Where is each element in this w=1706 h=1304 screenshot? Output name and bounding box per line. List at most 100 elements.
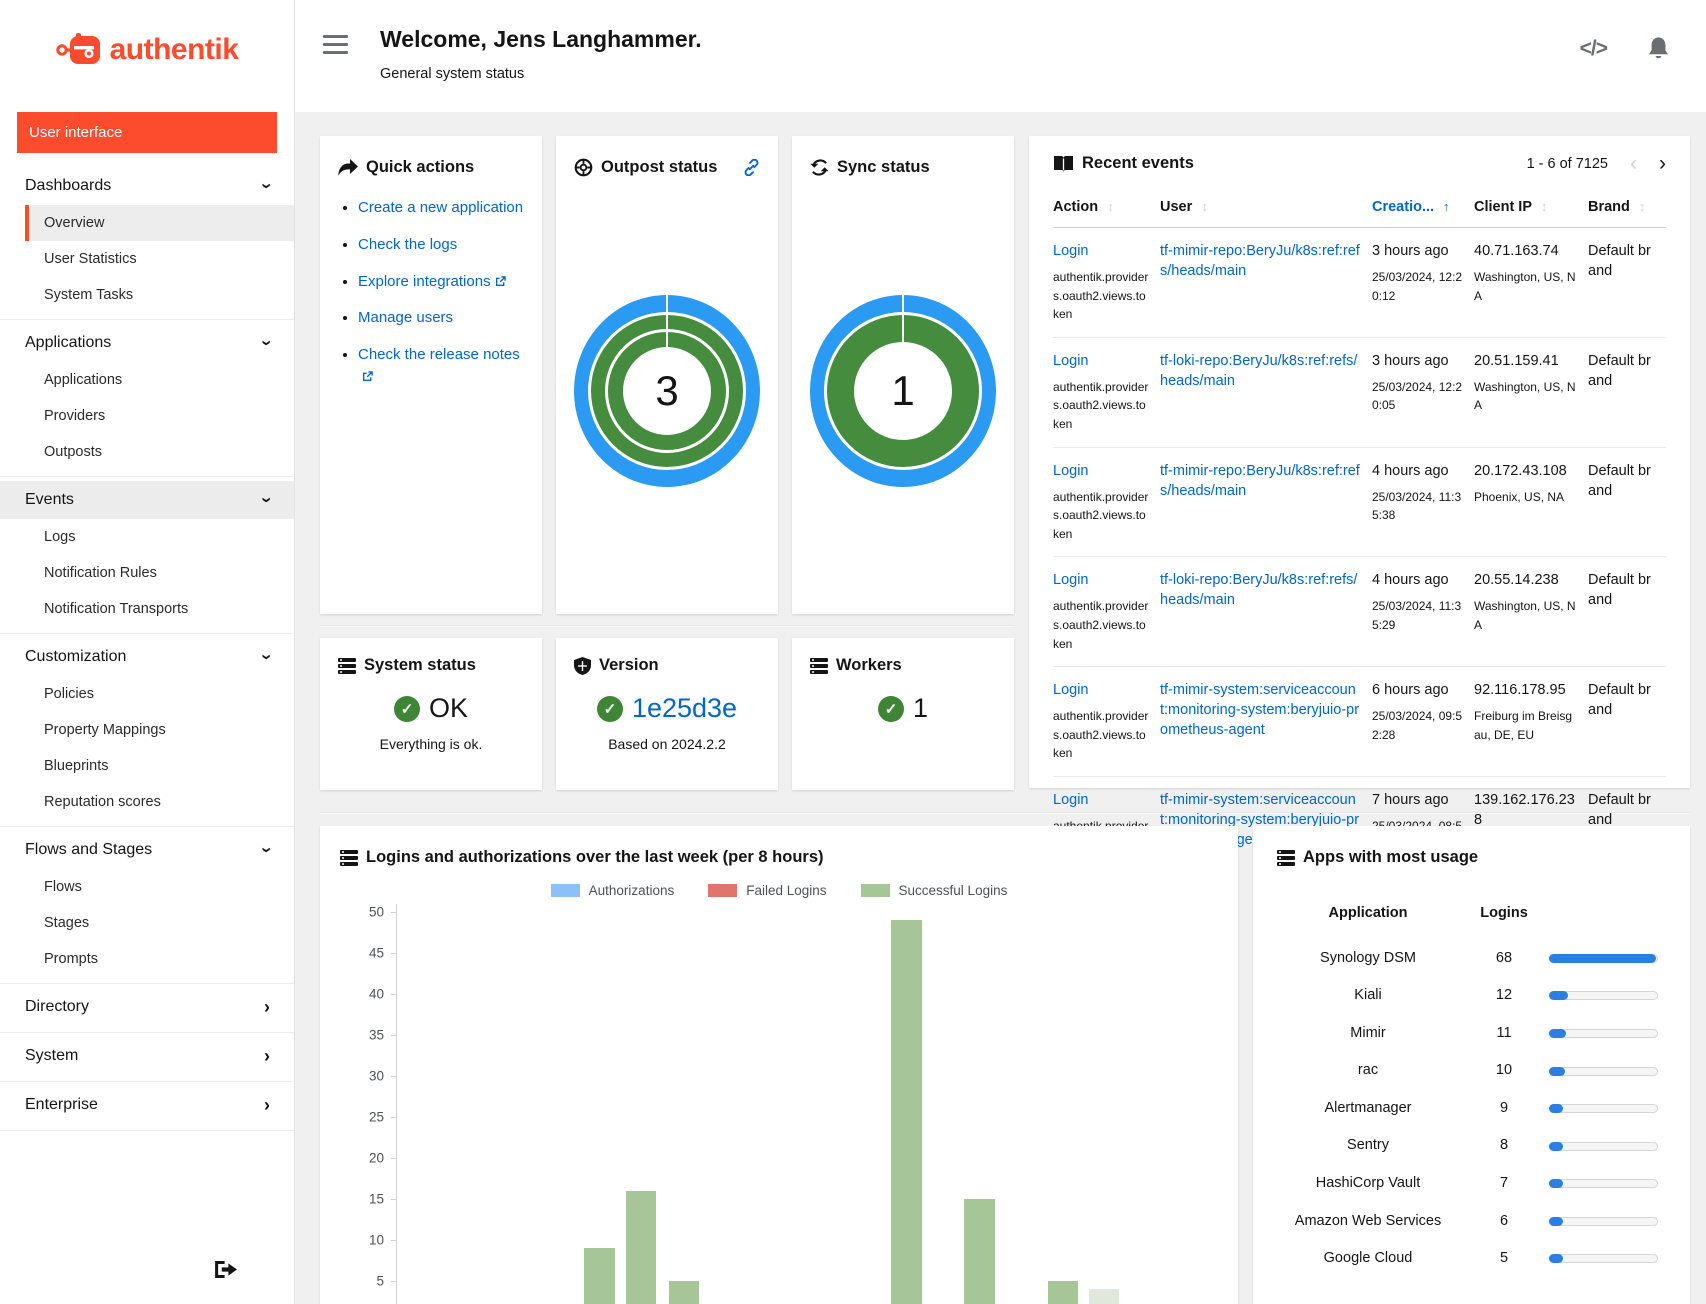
legend-swatch bbox=[708, 884, 737, 897]
y-tick-label: 40 bbox=[369, 987, 384, 1002]
sort-asc-icon[interactable]: ↑ bbox=[1443, 199, 1450, 214]
sidebar-item-user-statistics[interactable]: User Statistics bbox=[25, 241, 294, 277]
quick-action-item: Check the release notes bbox=[358, 344, 524, 388]
event-action-link[interactable]: Login bbox=[1053, 572, 1088, 588]
usage-bar-track bbox=[1549, 1254, 1658, 1263]
event-time: 4 hours ago bbox=[1372, 570, 1464, 590]
sidebar-item-blueprints[interactable]: Blueprints bbox=[25, 748, 294, 784]
column-header-client_ip[interactable]: Client IP ↕ bbox=[1474, 189, 1588, 228]
sidebar-item-flows[interactable]: Flows bbox=[25, 869, 294, 905]
event-action-link[interactable]: Login bbox=[1053, 463, 1088, 479]
app-name: Mimir bbox=[1277, 1015, 1459, 1053]
sidebar-section-directory[interactable]: Directory› bbox=[0, 988, 294, 1026]
chart-bar-successful-logins bbox=[1089, 1289, 1119, 1304]
apps-usage-title: Apps with most usage bbox=[1303, 848, 1478, 867]
check-circle-icon: ✓ bbox=[878, 696, 904, 722]
event-action-context: authentik.providers.oauth2.views.token bbox=[1053, 378, 1150, 434]
section-label: Directory bbox=[25, 998, 89, 1016]
event-action-link[interactable]: Login bbox=[1053, 353, 1088, 369]
sidebar-section-enterprise[interactable]: Enterprise› bbox=[0, 1086, 294, 1124]
outpost-link-icon[interactable] bbox=[743, 159, 760, 176]
sidebar-section-customization[interactable]: Customization› bbox=[0, 638, 294, 676]
event-client-ip-cell: 20.172.43.108Phoenix, US, NA bbox=[1474, 447, 1588, 557]
event-action-link[interactable]: Login bbox=[1053, 243, 1088, 259]
sidebar-item-prompts[interactable]: Prompts bbox=[25, 941, 294, 977]
sort-icon[interactable]: ↕ bbox=[1201, 199, 1208, 214]
sidebar-item-property-mappings[interactable]: Property Mappings bbox=[25, 712, 294, 748]
event-user-link[interactable]: tf-loki-repo:BeryJu/k8s:ref:refs/heads/m… bbox=[1160, 353, 1357, 389]
user-interface-button[interactable]: User interface bbox=[17, 112, 277, 153]
version-description: Based on 2024.2.2 bbox=[574, 736, 760, 752]
sidebar-section-dashboards[interactable]: Dashboards› bbox=[0, 167, 294, 205]
authentik-logo[interactable]: authentik bbox=[0, 0, 294, 100]
event-creation-cell: 4 hours ago25/03/2024, 11:35:38 bbox=[1372, 447, 1474, 557]
sidebar-item-reputation-scores[interactable]: Reputation scores bbox=[25, 784, 294, 820]
hamburger-menu-icon[interactable] bbox=[323, 35, 348, 54]
chart-bars bbox=[397, 904, 1218, 1304]
pagination-prev-icon[interactable]: ‹ bbox=[1630, 157, 1637, 171]
version-value-link[interactable]: 1e25d3e bbox=[632, 693, 737, 724]
sidebar-item-policies[interactable]: Policies bbox=[25, 676, 294, 712]
app-logins: 11 bbox=[1463, 1015, 1545, 1053]
section-label: Events bbox=[25, 491, 74, 509]
notifications-bell-icon[interactable] bbox=[1647, 36, 1670, 61]
event-action-context: authentik.providers.oauth2.views.token bbox=[1053, 597, 1150, 653]
app-logins: 5 bbox=[1463, 1240, 1545, 1278]
event-user-link[interactable]: tf-mimir-repo:BeryJu/k8s:ref:refs/heads/… bbox=[1160, 243, 1360, 279]
sidebar-item-overview[interactable]: Overview bbox=[25, 205, 294, 241]
sidebar-section-applications[interactable]: Applications› bbox=[0, 324, 294, 362]
legend-label: Failed Logins bbox=[746, 883, 826, 898]
sidebar-section-flows-and-stages[interactable]: Flows and Stages› bbox=[0, 831, 294, 869]
column-header-brand[interactable]: Brand↕ bbox=[1588, 189, 1666, 228]
usage-bar-fill bbox=[1549, 1029, 1566, 1038]
sidebar-item-notification-transports[interactable]: Notification Transports bbox=[25, 591, 294, 627]
sidebar-item-applications[interactable]: Applications bbox=[25, 362, 294, 398]
app-usage-bar-cell bbox=[1549, 1133, 1666, 1160]
pagination-next-icon[interactable]: › bbox=[1659, 157, 1666, 171]
chart-legend: AuthorizationsFailed LoginsSuccessful Lo… bbox=[340, 883, 1218, 898]
sidebar-section-events[interactable]: Events› bbox=[0, 481, 294, 519]
column-header-action[interactable]: Action↕ bbox=[1053, 189, 1160, 228]
event-user-link[interactable]: tf-mimir-system:serviceaccount:monitorin… bbox=[1160, 682, 1359, 738]
quick-action-link-check-the-release-notes[interactable]: Check the release notes bbox=[358, 346, 520, 363]
quick-action-link-manage-users[interactable]: Manage users bbox=[358, 309, 453, 326]
sign-out-icon[interactable] bbox=[215, 1260, 238, 1279]
sidebar-item-logs[interactable]: Logs bbox=[25, 519, 294, 555]
event-user-link[interactable]: tf-mimir-repo:BeryJu/k8s:ref:refs/heads/… bbox=[1160, 463, 1360, 499]
sort-icon[interactable]: ↕ bbox=[1639, 199, 1646, 214]
column-header-user[interactable]: User↕ bbox=[1160, 189, 1372, 228]
event-creation-cell: 4 hours ago25/03/2024, 11:35:29 bbox=[1372, 557, 1474, 667]
sidebar-item-providers[interactable]: Providers bbox=[25, 398, 294, 434]
event-brand-cell: Default brand bbox=[1588, 228, 1666, 338]
event-creation-cell: 3 hours ago25/03/2024, 12:20:05 bbox=[1372, 337, 1474, 447]
sidebar-item-notification-rules[interactable]: Notification Rules bbox=[25, 555, 294, 591]
event-client-ip-cell: 20.55.14.238Washington, US, NA bbox=[1474, 557, 1588, 667]
event-brand-cell: Default brand bbox=[1588, 667, 1666, 777]
api-code-icon[interactable]: </> bbox=[1580, 37, 1607, 61]
app-name: Amazon Web Services bbox=[1277, 1203, 1459, 1241]
event-location: Freiburg im Breisgau, DE, EU bbox=[1474, 707, 1578, 744]
avatar[interactable] bbox=[47, 1250, 85, 1288]
sidebar-item-stages[interactable]: Stages bbox=[25, 905, 294, 941]
quick-action-link-check-the-logs[interactable]: Check the logs bbox=[358, 236, 457, 253]
sort-icon[interactable]: ↕ bbox=[1107, 199, 1114, 214]
column-label: Client IP bbox=[1474, 199, 1532, 215]
sort-icon[interactable]: ↕ bbox=[1541, 199, 1548, 214]
sidebar-item-outposts[interactable]: Outposts bbox=[25, 434, 294, 470]
sidebar-item-system-tasks[interactable]: System Tasks bbox=[25, 277, 294, 313]
event-action-link[interactable]: Login bbox=[1053, 792, 1088, 808]
server-icon bbox=[338, 658, 356, 674]
outpost-icon bbox=[574, 158, 593, 177]
apps-usage-card: Apps with most usage ApplicationLoginsSy… bbox=[1253, 826, 1690, 1304]
quick-action-link-create-a-new-application[interactable]: Create a new application bbox=[358, 199, 523, 216]
event-action-link[interactable]: Login bbox=[1053, 682, 1088, 698]
quick-action-link-explore-integrations[interactable]: Explore integrations bbox=[358, 273, 491, 290]
usage-bar-fill bbox=[1549, 1104, 1563, 1113]
sidebar-section-system[interactable]: System› bbox=[0, 1037, 294, 1075]
usage-bar-track bbox=[1549, 1104, 1658, 1113]
app-logins: 6 bbox=[1463, 1203, 1545, 1241]
column-header-creation[interactable]: Creatio...↑ bbox=[1372, 189, 1474, 228]
event-user-cell: tf-loki-repo:BeryJu/k8s:ref:refs/heads/m… bbox=[1160, 557, 1372, 667]
app-name: Alertmanager bbox=[1277, 1090, 1459, 1128]
event-user-link[interactable]: tf-loki-repo:BeryJu/k8s:ref:refs/heads/m… bbox=[1160, 572, 1357, 608]
